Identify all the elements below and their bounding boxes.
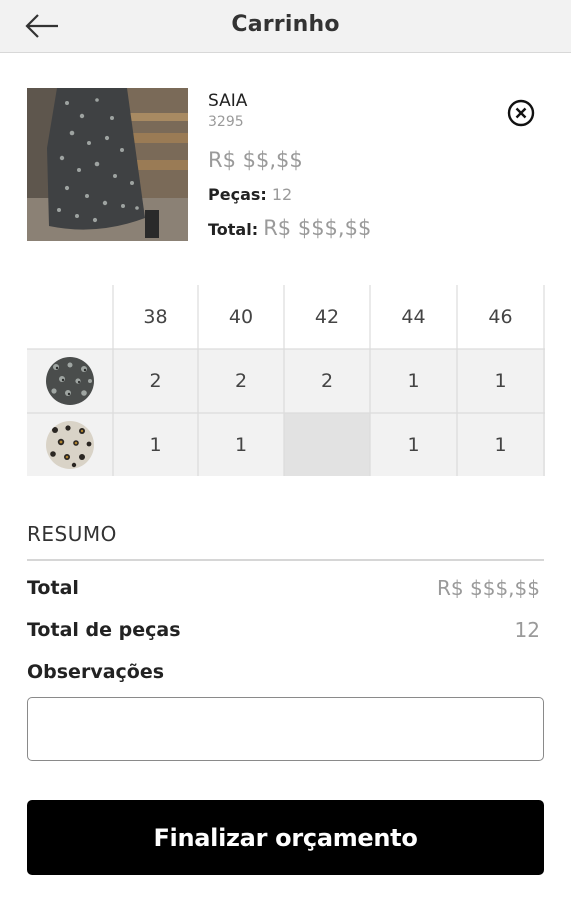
product-total-value: R$ $$$,$$ (263, 216, 372, 240)
qty-cell[interactable]: 2 (284, 349, 370, 413)
finalize-quote-button[interactable]: Finalizar orçamento (27, 800, 544, 875)
product-image[interactable] (27, 88, 188, 241)
qty-cell[interactable]: 1 (370, 349, 457, 413)
color-swatch-light[interactable] (27, 413, 113, 476)
qty-cell[interactable]: 1 (370, 413, 457, 476)
product-total: Total: R$ $$$,$$ (208, 216, 371, 240)
remove-item-button[interactable] (506, 98, 536, 128)
qty-cell[interactable]: 1 (457, 349, 544, 413)
close-circle-icon (507, 99, 535, 127)
qty-cell[interactable]: 1 (198, 413, 284, 476)
notes-label: Observações (27, 661, 165, 683)
notes-input[interactable] (27, 697, 544, 761)
product-code: 3295 (208, 114, 244, 130)
pieces-label: Peças: (208, 185, 267, 204)
product-pieces: Peças: 12 (208, 185, 292, 204)
size-header-44: 44 (401, 306, 426, 328)
summary-total-label: Total (27, 577, 79, 599)
qty-cell[interactable]: 2 (198, 349, 284, 413)
product-name: SAIA (208, 91, 248, 111)
cart-item: SAIA 3295 R$ $$,$$ Peças: 12 Total: R$ $… (27, 88, 547, 248)
page-title: Carrinho (231, 12, 340, 37)
qty-cell[interactable]: 1 (457, 413, 544, 476)
summary-pieces-label: Total de peças (27, 619, 181, 641)
summary-title: RESUMO (27, 522, 117, 546)
pieces-value: 12 (271, 185, 293, 204)
size-header-46: 46 (488, 306, 513, 328)
qty-cell[interactable]: 1 (113, 413, 198, 476)
size-color-grid: 38 40 42 44 46 2 2 2 1 1 1 1 1 1 (27, 285, 545, 476)
size-header-38: 38 (143, 306, 168, 328)
summary-total-value: R$ $$$,$$ (437, 576, 540, 600)
app-header: Carrinho (0, 0, 571, 53)
color-swatch-dark[interactable] (27, 349, 113, 413)
qty-cell-unavailable (284, 413, 370, 476)
summary-divider (27, 559, 544, 561)
product-price: R$ $$,$$ (208, 148, 303, 172)
product-total-label: Total: (208, 220, 259, 239)
size-header-40: 40 (228, 306, 254, 328)
summary-pieces-value: 12 (514, 618, 540, 642)
size-header-42: 42 (314, 306, 340, 328)
qty-cell[interactable]: 2 (113, 349, 198, 413)
